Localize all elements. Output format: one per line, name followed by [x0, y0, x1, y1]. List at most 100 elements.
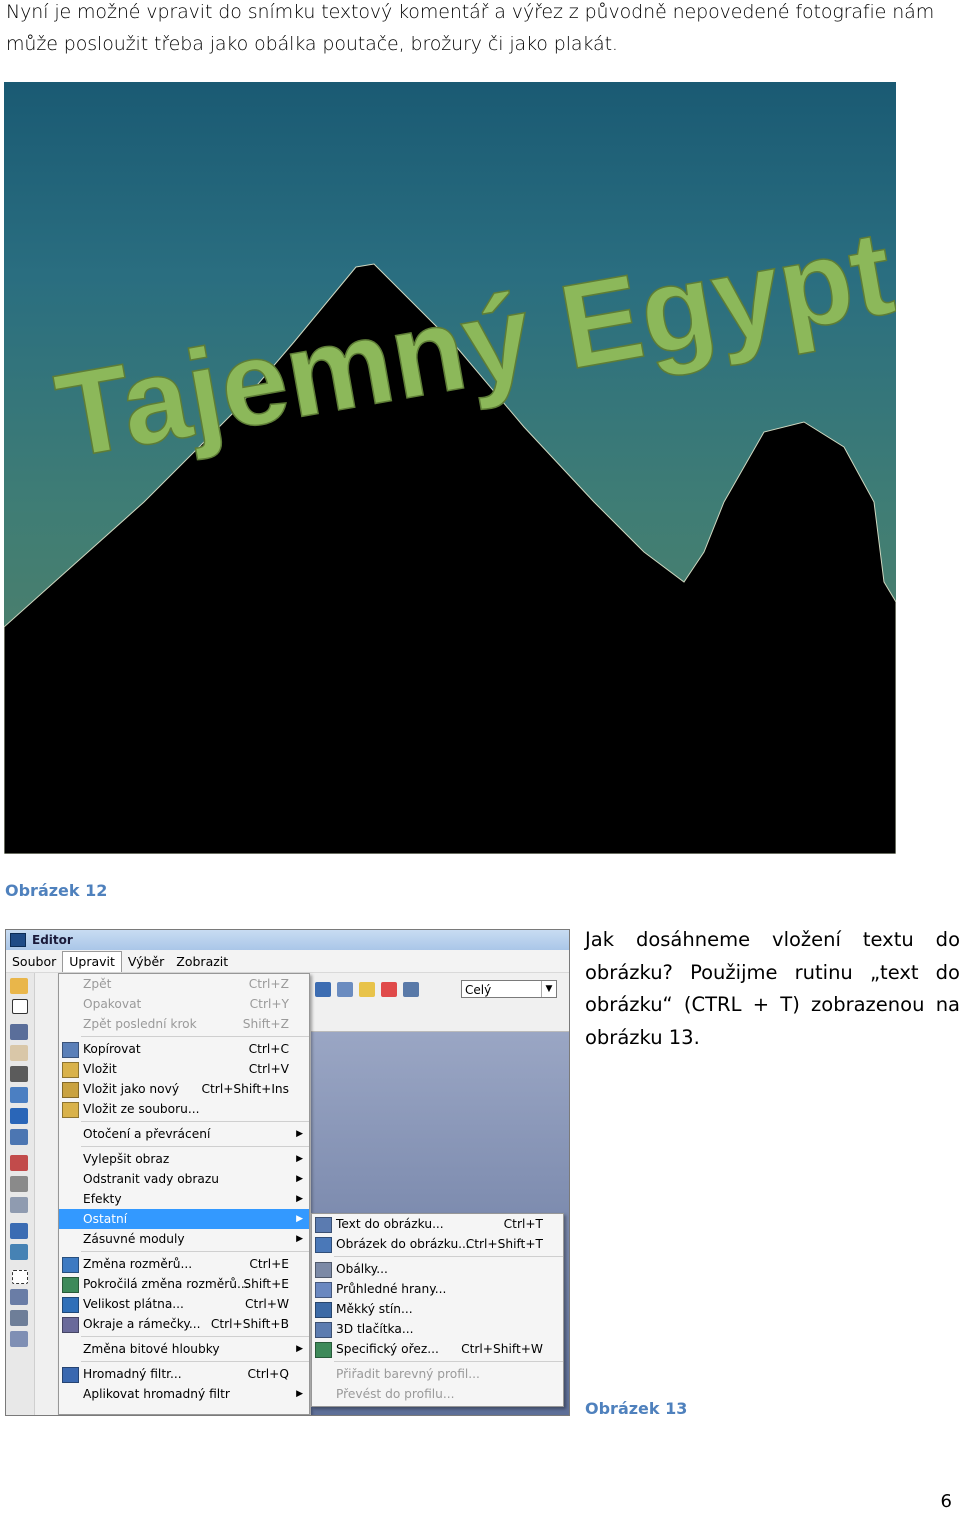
menu-item-zásuvné-moduly[interactable]: Zásuvné moduly ▶ — [59, 1229, 309, 1249]
toolbar-icon-2[interactable] — [337, 982, 353, 997]
menu-item-kopírovat[interactable]: Kopírovat Ctrl+C — [59, 1039, 309, 1059]
menu-separator — [334, 1361, 563, 1362]
intro-paragraph: Nyní je možné vpravit do snímku textový … — [6, 1, 935, 55]
zoom-icon[interactable] — [10, 1024, 28, 1040]
submenu-arrow-icon: ▶ — [296, 1344, 303, 1354]
menu-item-text-do-obrázku[interactable]: Text do obrázku... Ctrl+T — [312, 1214, 563, 1234]
menu-separator — [81, 1036, 309, 1037]
fill-icon[interactable] — [10, 1244, 28, 1260]
menu-item-label: Velikost plátna... — [83, 1297, 184, 1311]
menu-item-vložit-jako-nový[interactable]: Vložit jako nový Ctrl+Shift+Ins — [59, 1079, 309, 1099]
menu-item-shortcut: Ctrl+T — [503, 1217, 543, 1231]
submenu-arrow-icon: ▶ — [296, 1194, 303, 1204]
menu-item-3d-tlačítka[interactable]: 3D tlačítka... — [312, 1319, 563, 1339]
straighten-icon[interactable] — [10, 1087, 28, 1103]
resize-icon[interactable] — [10, 1108, 28, 1124]
menu-item-hromadný-filtr[interactable]: Hromadný filtr... Ctrl+Q — [59, 1364, 309, 1384]
menu-item-obrázek-do-obrázku[interactable]: Obrázek do obrázku... Ctrl+Shift+T — [312, 1234, 563, 1254]
red-eye-icon[interactable] — [10, 1155, 28, 1171]
menu-item-odstranit-vady-obrazu[interactable]: Odstranit vady obrazu ▶ — [59, 1169, 309, 1189]
magic-wand-icon[interactable] — [10, 1331, 28, 1347]
rect-select-icon[interactable] — [12, 1270, 28, 1284]
menu-item-shortcut: Ctrl+Shift+Ins — [201, 1082, 289, 1096]
menu-item-zpět-poslední-krok[interactable]: Zpět poslední krok Shift+Z — [59, 1014, 309, 1034]
zoom-value: Celý — [465, 983, 492, 997]
submenu-arrow-icon: ▶ — [296, 1174, 303, 1184]
brush-icon[interactable] — [10, 1223, 28, 1239]
menu-soubor[interactable]: Soubor — [6, 954, 62, 969]
figure-caption-12: Obrázek 12 — [5, 881, 108, 900]
app-icon — [10, 933, 26, 947]
canvas-icon[interactable] — [10, 1129, 28, 1145]
menu-item-vložit[interactable]: Vložit Ctrl+V — [59, 1059, 309, 1079]
menu-item-měkký-stín[interactable]: Měkký stín... — [312, 1299, 563, 1319]
menu-item-okraje-a-rámečky[interactable]: Okraje a rámečky... Ctrl+Shift+B — [59, 1314, 309, 1334]
new-icon[interactable] — [12, 999, 28, 1014]
menu-item-shortcut: Ctrl+Q — [247, 1367, 290, 1381]
menu-item-přiřadit-barevný-profil[interactable]: Přiřadit barevný profil... — [312, 1364, 563, 1384]
menu-item-shortcut: Ctrl+Y — [249, 997, 289, 1011]
menu-item-icon — [62, 1042, 79, 1058]
menu-item-label: Kopírovat — [83, 1042, 141, 1056]
menu-item-pokročilá-změna-rozměrů[interactable]: Pokročilá změna rozměrů... Shift+E — [59, 1274, 309, 1294]
polygon-select-icon[interactable] — [10, 1310, 28, 1326]
lasso-icon[interactable] — [10, 1289, 28, 1305]
menu-item-shortcut: Ctrl+V — [248, 1062, 289, 1076]
menu-item-zpět[interactable]: Zpět Ctrl+Z — [59, 974, 309, 994]
menu-item-aplikovat-hromadný-filtr[interactable]: Aplikovat hromadný filtr ▶ — [59, 1384, 309, 1404]
menu-item-icon — [315, 1302, 332, 1318]
menu-item-label: Přiřadit barevný profil... — [336, 1367, 480, 1381]
menu-item-icon — [62, 1367, 79, 1383]
toolbar-icon-5[interactable] — [403, 982, 419, 997]
menu-item-icon — [62, 1297, 79, 1313]
menu-item-label: Průhledné hrany... — [336, 1282, 447, 1296]
menu-item-shortcut: Ctrl+C — [248, 1042, 289, 1056]
menu-item-shortcut: Ctrl+Shift+T — [465, 1237, 543, 1251]
toolbar-icon-1[interactable] — [315, 982, 331, 997]
menu-item-vložit-ze-souboru[interactable]: Vložit ze souboru... — [59, 1099, 309, 1119]
top-toolbar: Celý ▼ — [311, 973, 569, 1032]
brightness-icon[interactable] — [359, 982, 375, 997]
menu-item-průhledné-hrany[interactable]: Průhledné hrany... — [312, 1279, 563, 1299]
submenu-arrow-icon: ▶ — [296, 1389, 303, 1399]
menu-item-label: Vylepšit obraz — [83, 1152, 170, 1166]
menu-separator — [81, 1336, 309, 1337]
hand-icon[interactable] — [10, 1045, 28, 1061]
menu-vyber[interactable]: Výběr — [122, 954, 170, 969]
color-wheel-icon[interactable] — [381, 982, 397, 997]
open-icon[interactable] — [10, 978, 28, 994]
menu-separator — [81, 1121, 309, 1122]
menu-item-otočení-a-převrácení[interactable]: Otočení a převrácení ▶ — [59, 1124, 309, 1144]
menu-item-shortcut: Shift+E — [243, 1277, 289, 1291]
menu-zobrazit[interactable]: Zobrazit — [170, 954, 234, 969]
menu-item-shortcut: Ctrl+Z — [248, 977, 289, 991]
menu-item-label: Specifický ořez... — [336, 1342, 439, 1356]
menu-item-změna-rozměrů[interactable]: Změna rozměrů... Ctrl+E — [59, 1254, 309, 1274]
menu-separator — [81, 1361, 309, 1362]
menu-item-label: Ostatní — [83, 1212, 128, 1226]
menu-item-velikost-plátna[interactable]: Velikost plátna... Ctrl+W — [59, 1294, 309, 1314]
clone-icon[interactable] — [10, 1176, 28, 1192]
submenu-arrow-icon: ▶ — [296, 1214, 303, 1224]
menu-item-specifický-ořez[interactable]: Specifický ořez... Ctrl+Shift+W — [312, 1339, 563, 1359]
eraser-icon[interactable] — [10, 1197, 28, 1213]
upravit-dropdown-menu: Zpět Ctrl+Z Opakovat Ctrl+Y Zpět poslední kr… — [58, 973, 310, 1415]
menu-item-ostatní[interactable]: Ostatní ▶ — [59, 1209, 309, 1229]
menu-item-vylepšit-obraz[interactable]: Vylepšit obraz ▶ — [59, 1149, 309, 1169]
menu-item-label: Zásuvné moduly — [83, 1232, 185, 1246]
menu-item-icon — [62, 1062, 79, 1078]
menu-item-obálky[interactable]: Obálky... — [312, 1259, 563, 1279]
submenu-arrow-icon: ▶ — [296, 1234, 303, 1244]
zoom-select[interactable]: Celý ▼ — [461, 980, 557, 998]
menu-item-icon — [315, 1262, 332, 1278]
menu-item-převést-do-profilu[interactable]: Převést do profilu... — [312, 1384, 563, 1404]
menu-item-label: Vložit — [83, 1062, 117, 1076]
menu-separator — [334, 1256, 563, 1257]
menu-item-opakovat[interactable]: Opakovat Ctrl+Y — [59, 994, 309, 1014]
crop-icon[interactable] — [10, 1066, 28, 1082]
menu-item-změna-bitové-hloubky[interactable]: Změna bitové hloubky ▶ — [59, 1339, 309, 1359]
menu-separator — [81, 1251, 309, 1252]
menu-item-efekty[interactable]: Efekty ▶ — [59, 1189, 309, 1209]
menu-upravit[interactable]: Upravit — [62, 950, 122, 972]
chevron-down-icon[interactable]: ▼ — [541, 981, 556, 997]
